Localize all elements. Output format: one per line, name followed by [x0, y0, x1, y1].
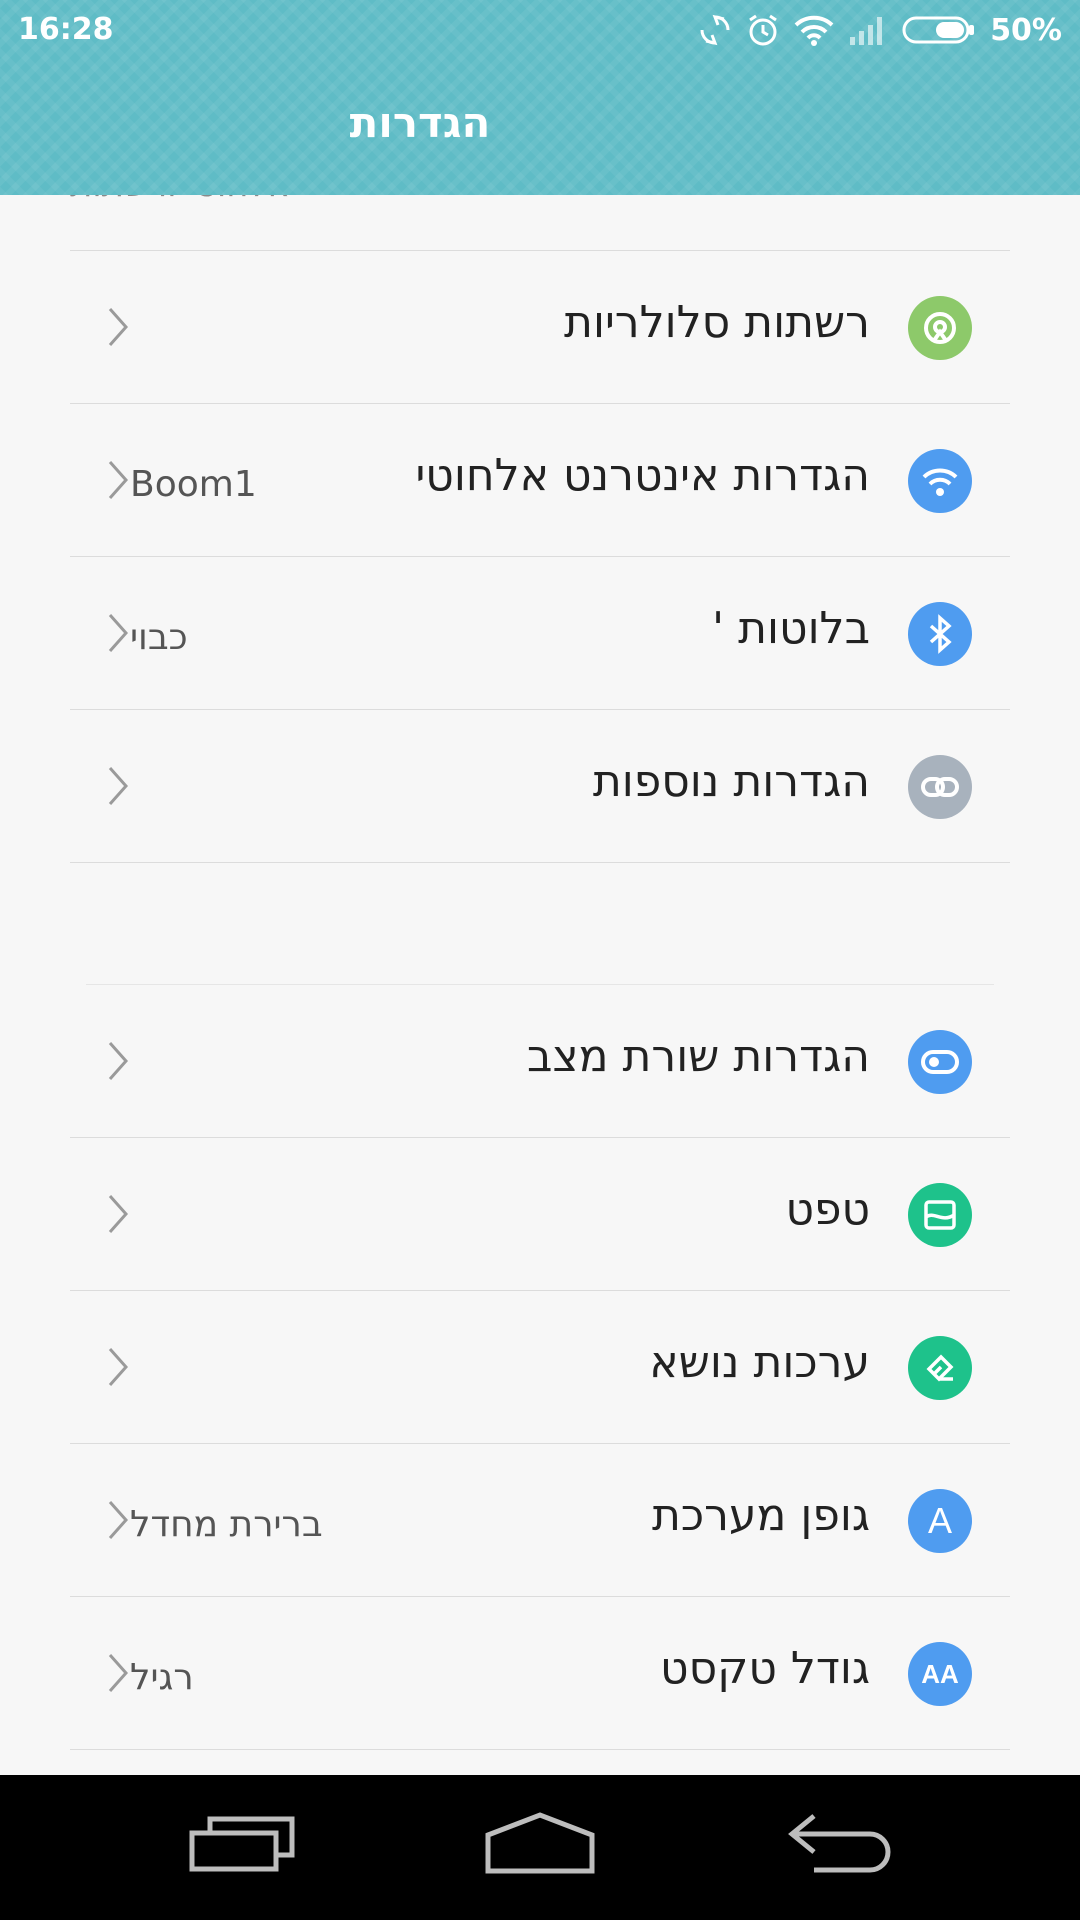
back-button[interactable]: [779, 1805, 899, 1885]
home-button[interactable]: [480, 1805, 600, 1885]
chevron-right-icon: [106, 1347, 130, 1391]
row-more-settings[interactable]: הגדרות נוספות: [70, 710, 1010, 862]
row-label: גופן מערכת: [651, 1490, 870, 1541]
row-label: ערכות נושא: [649, 1337, 870, 1388]
recent-apps-button[interactable]: [183, 1805, 303, 1885]
chevron-right-icon: [106, 613, 130, 657]
chevron-right-icon: [106, 1500, 130, 1544]
battery-percent: 50%: [990, 12, 1062, 48]
navigation-bar: [0, 1775, 1080, 1920]
status-icons: 50%: [698, 10, 1062, 50]
link-icon: [908, 755, 972, 819]
signal-icon: [848, 13, 888, 47]
page-title: הגדרות: [349, 98, 491, 147]
row-label: הגדרות שורת מצב: [527, 1031, 870, 1082]
chevron-right-icon: [106, 1041, 130, 1085]
battery-icon: [902, 13, 976, 47]
recent-apps-icon: [188, 1813, 298, 1877]
row-label: גודל טקסט: [660, 1643, 870, 1694]
row-wallpaper[interactable]: טפט: [70, 1138, 1010, 1290]
row-label: בלוטות ': [712, 603, 870, 654]
status-time: 16:28: [18, 12, 114, 47]
sync-icon: [698, 13, 732, 47]
chevron-right-icon: [106, 1653, 130, 1697]
bluetooth-icon: [908, 602, 972, 666]
divider: [70, 1749, 1010, 1750]
divider: [70, 862, 1010, 863]
text-size-icon-letters: AA: [921, 1658, 959, 1689]
row-cellular-networks[interactable]: רשתות סלולריות: [70, 251, 1010, 403]
status-bar: 16:28 50%: [0, 0, 1080, 60]
wifi-icon: [908, 449, 972, 513]
row-text-size[interactable]: AA גודל טקסט רגיל: [70, 1597, 1010, 1749]
row-label: טפט: [785, 1184, 870, 1235]
chevron-right-icon: [106, 1194, 130, 1238]
section-header-partial: אלחוטי ורשתות: [70, 195, 291, 205]
row-value: ברירת מחדל: [130, 1504, 323, 1545]
back-icon: [784, 1812, 894, 1878]
chevron-right-icon: [106, 307, 130, 351]
settings-list[interactable]: אלחוטי ורשתות רשתות סלולריות הגדרות אינט…: [0, 195, 1080, 1775]
wallpaper-icon: [908, 1183, 972, 1247]
font-icon: A: [908, 1489, 972, 1553]
row-status-bar-settings[interactable]: הגדרות שורת מצב: [70, 985, 1010, 1137]
chevron-right-icon: [106, 766, 130, 810]
theme-brush-icon: [908, 1336, 972, 1400]
row-bluetooth[interactable]: בלוטות ' כבוי: [70, 557, 1010, 709]
app-header: 16:28 50% הגדרות: [0, 0, 1080, 195]
alarm-icon: [746, 13, 780, 47]
font-icon-letter: A: [928, 1500, 953, 1541]
row-value: רגיל: [130, 1657, 194, 1698]
row-label: הגדרות נוספות: [592, 756, 870, 807]
text-size-icon: AA: [908, 1642, 972, 1706]
home-icon: [482, 1811, 598, 1879]
wifi-icon: [794, 13, 834, 47]
row-label: רשתות סלולריות: [564, 297, 870, 348]
row-label: הגדרות אינטרנט אלחוטי: [415, 450, 870, 501]
cellular-network-icon: [908, 296, 972, 360]
row-value: כבוי: [130, 617, 188, 658]
row-value: Boom1: [130, 464, 257, 505]
row-themes[interactable]: ערכות נושא: [70, 1291, 1010, 1443]
chevron-right-icon: [106, 460, 130, 504]
status-bar-toggle-icon: [908, 1030, 972, 1094]
row-system-font[interactable]: A גופן מערכת ברירת מחדל: [70, 1444, 1010, 1596]
row-wifi-settings[interactable]: הגדרות אינטרנט אלחוטי Boom1: [70, 404, 1010, 556]
